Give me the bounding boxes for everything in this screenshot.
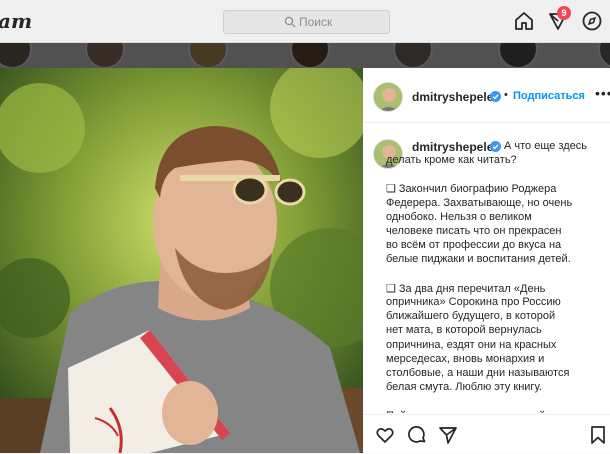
like-icon[interactable]: [375, 425, 395, 445]
caption-line: делать кроме как читать?: [386, 154, 517, 166]
caption-line: опричнина, ездят они на красных: [386, 338, 557, 351]
caption-line: однобоко. Нельзя о великом: [386, 210, 532, 223]
post-image[interactable]: [0, 68, 363, 453]
search-placeholder: Поиск: [299, 15, 333, 29]
separator-dot: •: [504, 89, 508, 101]
share-icon[interactable]: [438, 425, 458, 445]
caption-line: Пойду кремом от солнца детей: [386, 410, 545, 413]
caption-line: во всём от профессии до вкуса на: [386, 239, 562, 252]
caption-line: Федерера. Захватывающе, но очень: [386, 196, 573, 209]
caption-line: ❑ Закончил биографию Роджера: [386, 183, 557, 196]
caption-line: белые пиджаки и воспитания детей.: [386, 253, 571, 266]
home-icon[interactable]: [513, 10, 535, 32]
caption-line: нет мата, в которой вернулась: [386, 324, 542, 337]
author-avatar[interactable]: [373, 82, 403, 112]
instagram-logo[interactable]: am: [0, 9, 32, 33]
notification-badge: 9: [557, 6, 571, 20]
comment-icon[interactable]: [407, 425, 427, 445]
post-actions-bar: [363, 414, 610, 454]
caption-line: мерседесах, вновь монархия и: [386, 352, 545, 365]
post-details-panel: dmitryshepelev • Подписаться ••• dmitrys…: [363, 68, 610, 453]
caption-line: белая смута. Люблю эту книгу.: [386, 381, 542, 394]
caption-line: человеке писать что он прекрасен: [386, 225, 562, 237]
caption-text-first-line: А что еще здесь: [504, 140, 587, 152]
top-nav-bar: am Поиск 9: [0, 0, 610, 43]
author-username[interactable]: dmitryshepelev: [412, 90, 500, 104]
search-icon: [284, 16, 296, 28]
follow-button[interactable]: Подписаться: [513, 90, 585, 102]
caption-line: ❑ За два дня перечитал «День: [386, 282, 546, 295]
more-options-button[interactable]: •••: [595, 85, 610, 101]
caption-line: столбовые, а наши дни называются: [386, 367, 570, 379]
avatar-image: [374, 83, 402, 111]
post-photo-graphic: [0, 68, 363, 453]
caption-line: ближайшего будущего, в которой: [386, 310, 556, 323]
post-header: dmitryshepelev • Подписаться •••: [363, 68, 610, 123]
caption-username[interactable]: dmitryshepelev: [412, 140, 500, 154]
search-input[interactable]: Поиск: [223, 10, 390, 34]
verified-icon: [490, 141, 501, 152]
caption-line: опричника» Сорокина про Россию: [386, 296, 561, 308]
explore-icon[interactable]: [581, 10, 603, 32]
post-caption: dmitryshepelev А что еще здесь делать кр…: [363, 123, 610, 413]
save-icon[interactable]: [588, 425, 608, 445]
verified-icon: [490, 91, 501, 102]
